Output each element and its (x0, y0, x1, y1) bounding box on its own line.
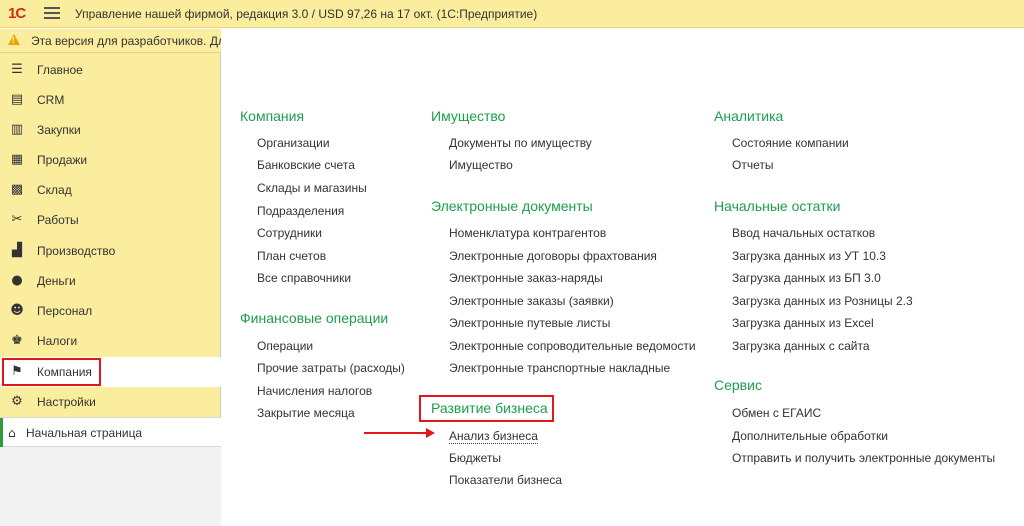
section-content: Компания Организации Банковские счета Ск… (222, 29, 1024, 526)
section-title-service: Сервис (714, 377, 762, 393)
warning-icon (8, 34, 20, 45)
link-tax-accruals[interactable]: Начисления налогов (257, 384, 372, 398)
link-property[interactable]: Имущество (449, 158, 513, 172)
factory-icon: ▟ (12, 243, 22, 258)
link-warehouses-shops[interactable]: Склады и магазины (257, 181, 367, 195)
sales-basket-icon: ▦ (10, 152, 24, 167)
sections-panel: Эта версия для разработчиков. Для ☰ Глав… (0, 29, 221, 526)
nav-item-crm[interactable]: ▤ CRM (0, 85, 221, 115)
nav-item-production[interactable]: ▟ Производство (0, 236, 221, 266)
warehouse-grid-icon: ▩ (10, 182, 24, 197)
link-enter-opening-balances[interactable]: Ввод начальных остатков (732, 226, 875, 240)
link-import-bp[interactable]: Загрузка данных из БП 3.0 (732, 271, 881, 285)
link-bank-accounts[interactable]: Банковские счета (257, 158, 355, 172)
menu-lines-icon: ☰ (11, 62, 23, 77)
link-additional-processing[interactable]: Дополнительные обработки (732, 429, 888, 443)
link-egais-exchange[interactable]: Обмен с ЕГАИС (732, 406, 821, 420)
link-operations[interactable]: Операции (257, 339, 313, 353)
main-menu-button[interactable] (44, 7, 60, 21)
link-accompanying-statements[interactable]: Электронные сопроводительные ведомости (449, 339, 696, 353)
link-work-orders[interactable]: Электронные заказ-наряды (449, 271, 603, 285)
nav-item-sales[interactable]: ▦ Продажи (0, 145, 221, 175)
link-reports[interactable]: Отчеты (732, 158, 773, 172)
people-icon: ☻ (10, 303, 24, 318)
purchases-icon: ▥ (10, 122, 24, 137)
link-import-excel[interactable]: Загрузка данных из Excel (732, 316, 874, 330)
link-employees[interactable]: Сотрудники (257, 226, 322, 240)
pointer-arrow-head (426, 428, 435, 438)
nav-item-taxes[interactable]: ♚ Налоги (0, 326, 221, 356)
empty-area (0, 447, 221, 526)
section-title-finance: Финансовые операции (240, 310, 389, 326)
section-title-edocs: Электронные документы (431, 198, 593, 214)
section-title-analytics: Аналитика (714, 108, 784, 124)
link-import-retail[interactable]: Загрузка данных из Розницы 2.3 (732, 294, 913, 308)
pointer-arrow (364, 432, 427, 434)
active-marker (0, 418, 3, 447)
link-property-documents[interactable]: Документы по имуществу (449, 136, 592, 150)
link-counterparty-nomenclature[interactable]: Номенклатура контрагентов (449, 226, 606, 240)
coin-icon: ● (11, 273, 23, 288)
nav-item-warehouse[interactable]: ▩ Склад (0, 175, 221, 205)
home-icon: ⌂ (8, 426, 16, 440)
title-bar: 1С Управление нашей фирмой, редакция 3.0… (0, 0, 1024, 28)
link-budgets[interactable]: Бюджеты (449, 451, 501, 465)
link-other-expenses[interactable]: Прочие затраты (расходы) (257, 361, 405, 375)
link-business-indicators[interactable]: Показатели бизнеса (449, 473, 562, 487)
home-page-tab[interactable]: ⌂ Начальная страница (0, 417, 221, 447)
section-title-property: Имущество (431, 108, 506, 124)
nav-item-company[interactable]: ⚑ Компания (0, 357, 221, 387)
nav-item-settings[interactable]: ⚙ Настройки (0, 387, 221, 417)
link-all-catalogs[interactable]: Все справочники (257, 271, 351, 285)
eagle-emblem-icon: ♚ (11, 333, 23, 348)
flag-icon: ⚑ (11, 364, 23, 379)
gear-icon: ⚙ (11, 394, 23, 409)
link-business-analysis[interactable]: Анализ бизнеса (449, 429, 538, 444)
contact-card-icon: ▤ (10, 92, 24, 107)
link-company-state[interactable]: Состояние компании (732, 136, 849, 150)
link-chart-of-accounts[interactable]: План счетов (257, 249, 326, 263)
link-organizations[interactable]: Организации (257, 136, 330, 150)
section-title-opening-balances: Начальные остатки (714, 198, 841, 214)
nav-item-money[interactable]: ● Деньги (0, 266, 221, 296)
link-transport-invoices[interactable]: Электронные транспортные накладные (449, 361, 670, 375)
nav-item-main[interactable]: ☰ Главное (0, 55, 221, 85)
link-charter-contracts[interactable]: Электронные договоры фрахтования (449, 249, 657, 263)
link-import-site[interactable]: Загрузка данных с сайта (732, 339, 870, 353)
dev-version-warning[interactable]: Эта версия для разработчиков. Для (0, 29, 221, 53)
section-title-business: Развитие бизнеса (431, 400, 548, 416)
link-electronic-orders[interactable]: Электронные заказы (заявки) (449, 294, 614, 308)
1c-logo-icon: 1С (8, 5, 26, 22)
nav-item-personnel[interactable]: ☻ Персонал (0, 296, 221, 326)
link-waybills[interactable]: Электронные путевые листы (449, 316, 610, 330)
section-title-company: Компания (240, 108, 305, 124)
link-import-ut[interactable]: Загрузка данных из УТ 10.3 (732, 249, 886, 263)
nav-item-works[interactable]: ✂ Работы (0, 205, 221, 235)
link-month-closing[interactable]: Закрытие месяца (257, 406, 355, 420)
tools-icon: ✂ (11, 212, 23, 227)
link-send-receive-edocs[interactable]: Отправить и получить электронные докумен… (732, 451, 995, 465)
window-title: Управление нашей фирмой, редакция 3.0 / … (75, 7, 538, 21)
nav-item-purchases[interactable]: ▥ Закупки (0, 115, 221, 145)
link-departments[interactable]: Подразделения (257, 204, 344, 218)
